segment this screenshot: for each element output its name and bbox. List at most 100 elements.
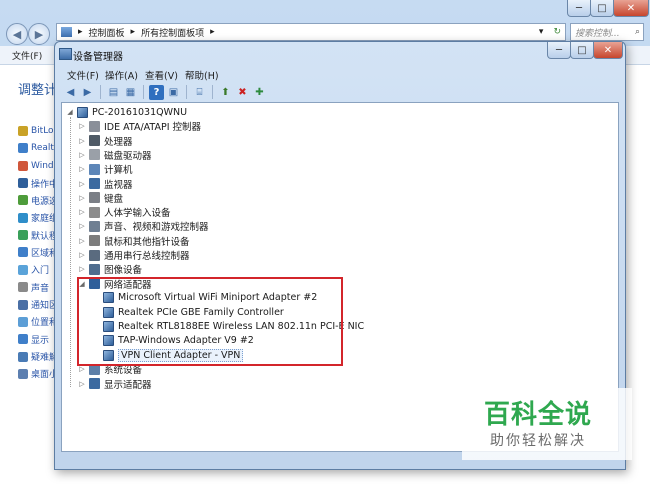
computer-icon [77, 106, 88, 118]
expand-arrow-icon[interactable]: ▷ [78, 237, 86, 245]
dm-close-button[interactable]: ✕ [593, 42, 623, 59]
view-icon[interactable]: ▣ [166, 85, 181, 100]
control-panel-item[interactable]: Realt [18, 141, 54, 155]
tree-category[interactable]: ▷ 显示适配器 [78, 377, 152, 391]
scan-hardware-icon[interactable]: ⌸ [192, 85, 207, 100]
address-bar[interactable]: ▸ 控制面板 ▸ 所有控制面板项 ▸ ▾ ↻ [56, 23, 566, 41]
tree-item-label: 键盘 [104, 193, 124, 205]
tree-category[interactable]: ▷ 声音、视频和游戏控制器 [78, 219, 209, 233]
toolbar-separator [212, 85, 213, 99]
toolbar-separator [186, 85, 187, 99]
tree-item-label: 显示适配器 [104, 379, 152, 391]
expand-arrow-icon[interactable]: ▷ [78, 208, 86, 216]
forward-arrow-icon[interactable]: ▶ [80, 85, 95, 100]
control-panel-item[interactable]: 通知区 [18, 298, 58, 312]
control-panel-item-icon [18, 351, 28, 362]
watermark-subtitle: 助你轻松解决 [490, 433, 586, 449]
dm-maximize-button[interactable]: □ [570, 42, 594, 59]
dropdown-arrow-icon[interactable]: ▾ [539, 27, 544, 37]
control-panel-item-icon [18, 195, 28, 206]
control-panel-item-icon [18, 334, 28, 345]
control-panel-item[interactable]: 显示 [18, 332, 49, 346]
control-panel-item[interactable]: 区域和 [18, 245, 58, 259]
device-category-icon [89, 178, 100, 189]
device-manager-toolbar: ◀ ▶ ▤ ▦ ? ▣ ⌸ ⬆ ✖ ✚ [61, 82, 619, 102]
tree-item-label: 图像设备 [104, 265, 143, 277]
tree-category[interactable]: ▷ IDE ATA/ATAPI 控制器 [78, 119, 201, 133]
device-manager-menubar: 文件(F) 操作(A) 查看(V) 帮助(H) [61, 66, 619, 82]
control-panel-item[interactable]: BitLo [18, 124, 54, 138]
expand-arrow-icon[interactable]: ▷ [78, 122, 86, 130]
control-panel-item[interactable]: 电源选 [18, 193, 58, 207]
tree-category[interactable]: ▷ 处理器 [78, 134, 133, 148]
device-category-icon [89, 220, 100, 232]
control-panel-item[interactable]: 家庭组 [18, 211, 58, 225]
expand-arrow-icon[interactable]: ▷ [78, 365, 86, 373]
tree-category[interactable]: ▷ 键盘 [78, 191, 123, 205]
close-button[interactable]: ✕ [613, 0, 649, 17]
control-panel-item[interactable]: 声音 [18, 280, 49, 294]
show-hide-tree-icon[interactable]: ▤ [106, 85, 121, 100]
collapse-arrow-icon[interactable]: ◢ [66, 108, 74, 116]
menu-item-file[interactable]: 文件(F) [67, 68, 99, 82]
back-button[interactable]: ◀ [6, 23, 28, 45]
tree-category[interactable]: ▷ 计算机 [78, 162, 133, 176]
minimize-button[interactable]: ─ [567, 0, 591, 17]
device-category-icon [89, 206, 100, 218]
refresh-icon[interactable]: ↻ [553, 27, 561, 37]
tree-category[interactable]: ▷ 监视器 [78, 177, 133, 191]
control-panel-item-icon [18, 299, 28, 310]
expand-arrow-icon[interactable]: ▷ [78, 137, 86, 145]
control-panel-item[interactable]: 默认程 [18, 228, 58, 242]
expand-arrow-icon[interactable]: ▷ [78, 265, 86, 273]
help-icon[interactable]: ? [149, 84, 164, 100]
menu-item-help[interactable]: 帮助(H) [185, 68, 219, 82]
tree-category[interactable]: ▷ 磁盘驱动器 [78, 148, 152, 162]
control-panel-item[interactable]: 桌面小 [18, 367, 58, 381]
uninstall-icon[interactable]: ✖ [235, 85, 250, 100]
expand-arrow-icon[interactable]: ▷ [78, 380, 86, 388]
breadcrumb-item[interactable]: 控制面板 [89, 26, 125, 39]
menu-item-action[interactable]: 操作(A) [105, 68, 138, 82]
control-panel-item[interactable]: Wind [18, 159, 54, 173]
expand-arrow-icon[interactable]: ▷ [78, 151, 86, 159]
device-category-icon [89, 163, 100, 175]
back-arrow-icon[interactable]: ◀ [63, 85, 78, 100]
forward-button[interactable]: ▶ [28, 23, 50, 45]
control-panel-item-label: 显示 [31, 335, 50, 346]
watermark: 百科全说 助你轻松解决 [462, 388, 632, 460]
menu-item-view[interactable]: 查看(V) [145, 68, 178, 82]
control-panel-item[interactable]: 入门 [18, 263, 49, 277]
control-panel-item[interactable]: 操作中 [18, 176, 58, 190]
search-icon[interactable]: ⌕ [635, 27, 640, 37]
tree-category[interactable]: ▷ 鼠标和其他指针设备 [78, 234, 190, 248]
control-panel-item-icon [18, 160, 28, 171]
expand-arrow-icon[interactable]: ▷ [78, 222, 86, 230]
device-category-icon [89, 120, 100, 132]
tree-category[interactable]: ▷ 人体学输入设备 [78, 205, 171, 219]
control-panel-item[interactable]: 位置和 [18, 315, 58, 329]
expand-arrow-icon[interactable]: ▷ [78, 194, 86, 202]
tree-item-label: 人体学输入设备 [104, 208, 171, 220]
tree-category[interactable]: ▷ 通用串行总线控制器 [78, 248, 190, 262]
dm-minimize-button[interactable]: ─ [547, 42, 571, 59]
menu-item-file[interactable]: 文件(F) [12, 49, 42, 62]
breadcrumb-separator: ▸ [78, 27, 83, 37]
expand-arrow-icon[interactable]: ▷ [78, 180, 86, 188]
tree-item-label: 鼠标和其他指针设备 [104, 236, 190, 248]
search-input[interactable]: 搜索控制... ⌕ [570, 23, 644, 41]
properties-icon[interactable]: ▦ [123, 85, 138, 100]
update-driver-icon[interactable]: ⬆ [218, 85, 233, 100]
tree-root-computer[interactable]: ◢ PC-20161031QWNU [66, 105, 187, 119]
control-panel-item-icon [18, 143, 28, 154]
expand-arrow-icon[interactable]: ▷ [78, 251, 86, 259]
expand-arrow-icon[interactable]: ▷ [78, 165, 86, 173]
control-panel-item-icon [18, 282, 28, 293]
breadcrumb-item[interactable]: 所有控制面板项 [141, 26, 204, 39]
device-category-icon [89, 192, 100, 204]
tree-category[interactable]: ▷ 图像设备 [78, 262, 142, 276]
maximize-button[interactable]: □ [590, 0, 614, 17]
enable-device-icon[interactable]: ✚ [252, 85, 267, 100]
control-panel-item-icon [18, 264, 28, 275]
control-panel-item[interactable]: 疑难解 [18, 350, 58, 364]
